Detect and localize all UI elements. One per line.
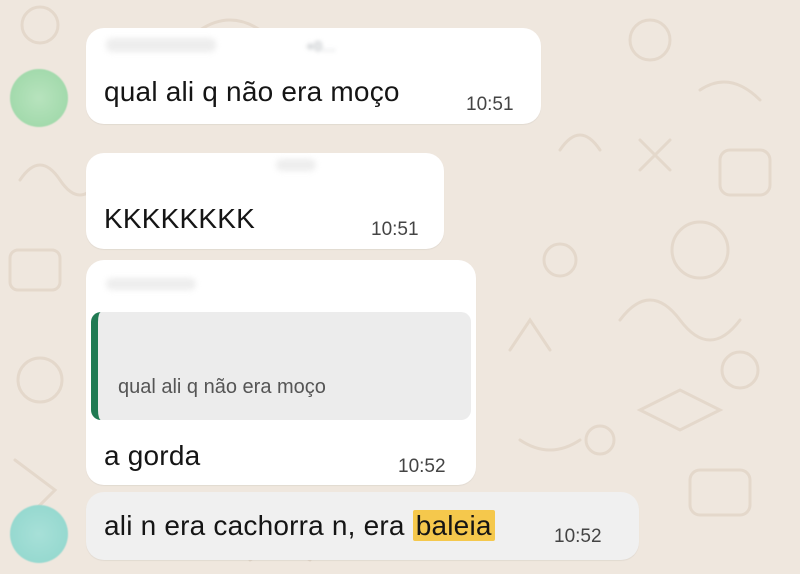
message-time: 10:52 (398, 456, 446, 477)
message-text: a gorda (104, 440, 201, 471)
message-time: 10:51 (371, 219, 419, 240)
message-time: 10:51 (466, 94, 514, 115)
message-text: ali n era cachorra n, era baleia (104, 510, 495, 542)
quoted-message-text: qual ali q não era moço (118, 376, 326, 398)
message-bubble[interactable]: KKKKKKKK 10:51 (86, 153, 444, 249)
message-text: qual ali q não era moço (104, 76, 400, 107)
contact-avatar[interactable] (10, 69, 68, 127)
message-sender: +0… (306, 38, 336, 54)
redacted-name (106, 38, 216, 52)
quoted-message[interactable]: qual ali q não era moço (91, 312, 471, 420)
message-text-part: ali n era cachorra n, era (104, 510, 413, 541)
message-time: 10:52 (554, 526, 602, 547)
redacted-name (106, 278, 196, 290)
redacted-name (276, 159, 316, 171)
message-bubble[interactable]: ali n era cachorra n, era baleia 10:52 (86, 492, 639, 560)
contact-avatar[interactable] (10, 505, 68, 563)
message-text: KKKKKKKK (104, 203, 256, 234)
highlighted-word: baleia (412, 510, 495, 541)
message-bubble[interactable]: qual ali q não era moço a gorda 10:52 (86, 260, 476, 485)
message-bubble[interactable]: +0… qual ali q não era moço 10:51 (86, 28, 541, 124)
